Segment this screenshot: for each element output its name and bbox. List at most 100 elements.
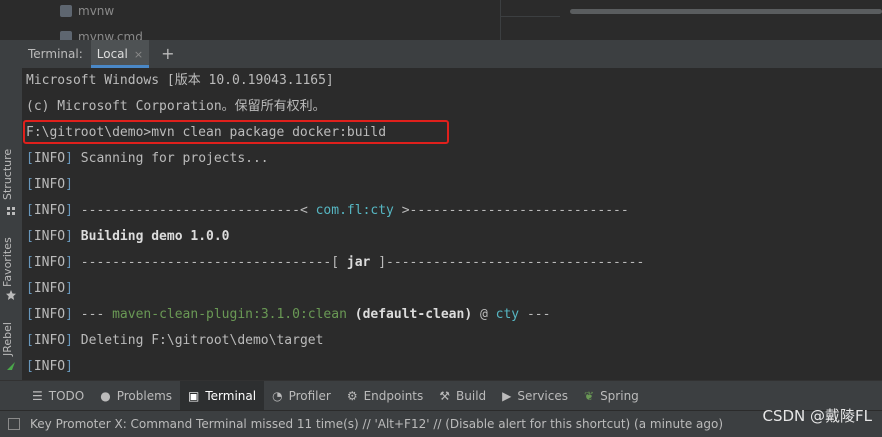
info-bracket: ] (65, 177, 73, 192)
tool-label: Spring (600, 389, 639, 403)
line-text: Building demo 1.0.0 (72, 229, 230, 244)
status-message[interactable]: Key Promoter X: Command Terminal missed … (30, 417, 723, 431)
line-text: ----------------------------< (72, 203, 316, 218)
info-bracket: [ (26, 203, 34, 218)
terminal-line: [INFO] Scanning for projects... (26, 146, 269, 172)
add-tab-icon[interactable]: + (161, 46, 174, 62)
structure-icon (7, 207, 15, 215)
line-text: ]--------------------------------- (370, 255, 645, 270)
terminal-title: Terminal: (28, 47, 83, 61)
terminal-line: [INFO] ----------------------------< com… (26, 198, 629, 224)
info-tag: INFO (33, 177, 66, 192)
hammer-icon: ⚒ (439, 389, 451, 403)
project-name: cty (495, 307, 520, 322)
line-text: --------------------------------[ (72, 255, 347, 270)
profiler-icon: ◔ (272, 389, 283, 403)
terminal-line: Microsoft Windows [版本 10.0.19043.1165] (26, 73, 334, 88)
todo-button[interactable]: ☰ TODO (24, 381, 92, 411)
project-tree: mvnw mvnw.cmd (0, 0, 500, 44)
tool-label: TODO (48, 389, 85, 403)
info-tag: INFO (33, 229, 66, 244)
terminal-button[interactable]: ▣ Terminal (180, 381, 265, 411)
tree-item-label: mvnw (78, 4, 115, 18)
artifact-id: com.fl:cty (315, 203, 394, 218)
execution-id: (default-clean) (346, 307, 473, 322)
jrebel-tab[interactable]: JRebel (1, 322, 14, 356)
info-tag: INFO (33, 151, 66, 166)
info-bracket: [ (26, 359, 34, 374)
tab-local[interactable]: Local × (90, 40, 150, 68)
folder-file-icon (60, 5, 72, 17)
editor-area (500, 0, 882, 42)
star-icon (6, 290, 16, 300)
profiler-button[interactable]: ◔ Profiler (264, 381, 339, 411)
spring-button[interactable]: ❦ Spring (576, 381, 647, 411)
build-button[interactable]: ⚒ Build (431, 381, 494, 411)
favorites-tab[interactable]: Favorites (1, 237, 14, 287)
info-bracket: ] (65, 151, 73, 166)
info-bracket: [ (26, 307, 34, 322)
warning-icon: ● (100, 389, 111, 403)
endpoints-icon: ⚙ (346, 389, 358, 403)
info-bracket: ] (65, 307, 73, 322)
services-button[interactable]: ▶ Services (494, 381, 576, 411)
packaging: jar (346, 255, 371, 270)
terminal-line: [INFO] (26, 172, 73, 198)
horizontal-scrollbar[interactable] (570, 9, 882, 14)
tool-window-bar: ☰ TODO ● Problems ▣ Terminal ◔ Profiler … (0, 380, 882, 411)
line-text: >---------------------------- (393, 203, 629, 218)
terminal-icon: ▣ (188, 389, 200, 403)
play-icon: ▶ (502, 389, 512, 403)
spring-leaf-icon: ❦ (584, 389, 595, 403)
info-tag: INFO (33, 307, 66, 322)
tab-label: Local (96, 47, 128, 61)
info-tag: INFO (33, 255, 66, 270)
left-tool-strip: Structure Favorites JRebel (0, 40, 22, 380)
status-bar: Key Promoter X: Command Terminal missed … (0, 410, 882, 437)
terminal-command-line: F:\gitroot\demo>mvn clean package docker… (26, 125, 387, 140)
structure-tab[interactable]: Structure (1, 149, 14, 200)
terminal-line: [INFO] --- maven-clean-plugin:3.1.0:clea… (26, 302, 550, 328)
tool-label: Build (456, 389, 487, 403)
terminal-output[interactable]: Microsoft Windows [版本 10.0.19043.1165] (… (22, 68, 882, 380)
line-text: Deleting F:\gitroot\demo\target (72, 333, 324, 348)
info-tag: INFO (33, 281, 66, 296)
info-bracket: [ (26, 255, 34, 270)
line-text: --- (519, 307, 551, 322)
info-bracket: ] (65, 359, 73, 374)
terminal-line: [INFO] (26, 276, 73, 302)
info-bracket: [ (26, 281, 34, 296)
terminal-line: (c) Microsoft Corporation。保留所有权利。 (26, 99, 326, 114)
list-icon: ☰ (32, 389, 43, 403)
tool-label: Profiler (288, 389, 331, 403)
info-bracket: ] (65, 229, 73, 244)
info-bracket: [ (26, 229, 34, 244)
tool-label: Terminal (205, 389, 257, 403)
tool-label: Endpoints (363, 389, 424, 403)
terminal-tab-bar: Terminal: Local × + (22, 40, 882, 68)
endpoints-button[interactable]: ⚙ Endpoints (339, 381, 431, 411)
line-text: Scanning for projects... (72, 151, 269, 166)
divider (500, 16, 560, 17)
close-icon[interactable]: × (134, 48, 143, 61)
tree-item-mvnw[interactable]: mvnw (60, 2, 114, 20)
line-text: --- (72, 307, 113, 322)
info-bracket: [ (26, 333, 34, 348)
info-tag: INFO (33, 203, 66, 218)
terminal-line: [INFO] --------------------------------[… (26, 250, 644, 276)
info-bracket: ] (65, 203, 73, 218)
jrebel-icon (7, 362, 15, 370)
tool-label: Problems (116, 389, 173, 403)
watermark: CSDN @戴陵FL (762, 407, 872, 425)
terminal-line: [INFO] (26, 354, 73, 380)
tool-label: Services (517, 389, 568, 403)
info-bracket: [ (26, 177, 34, 192)
line-text: @ (472, 307, 496, 322)
problems-button[interactable]: ● Problems (92, 381, 180, 411)
info-bracket: ] (65, 255, 73, 270)
terminal-line: [INFO] Deleting F:\gitroot\demo\target (26, 328, 323, 354)
terminal-line: [INFO] Building demo 1.0.0 (26, 224, 230, 250)
info-tag: INFO (33, 333, 66, 348)
info-tag: INFO (33, 359, 66, 374)
toggle-tool-windows-icon[interactable] (8, 418, 20, 430)
